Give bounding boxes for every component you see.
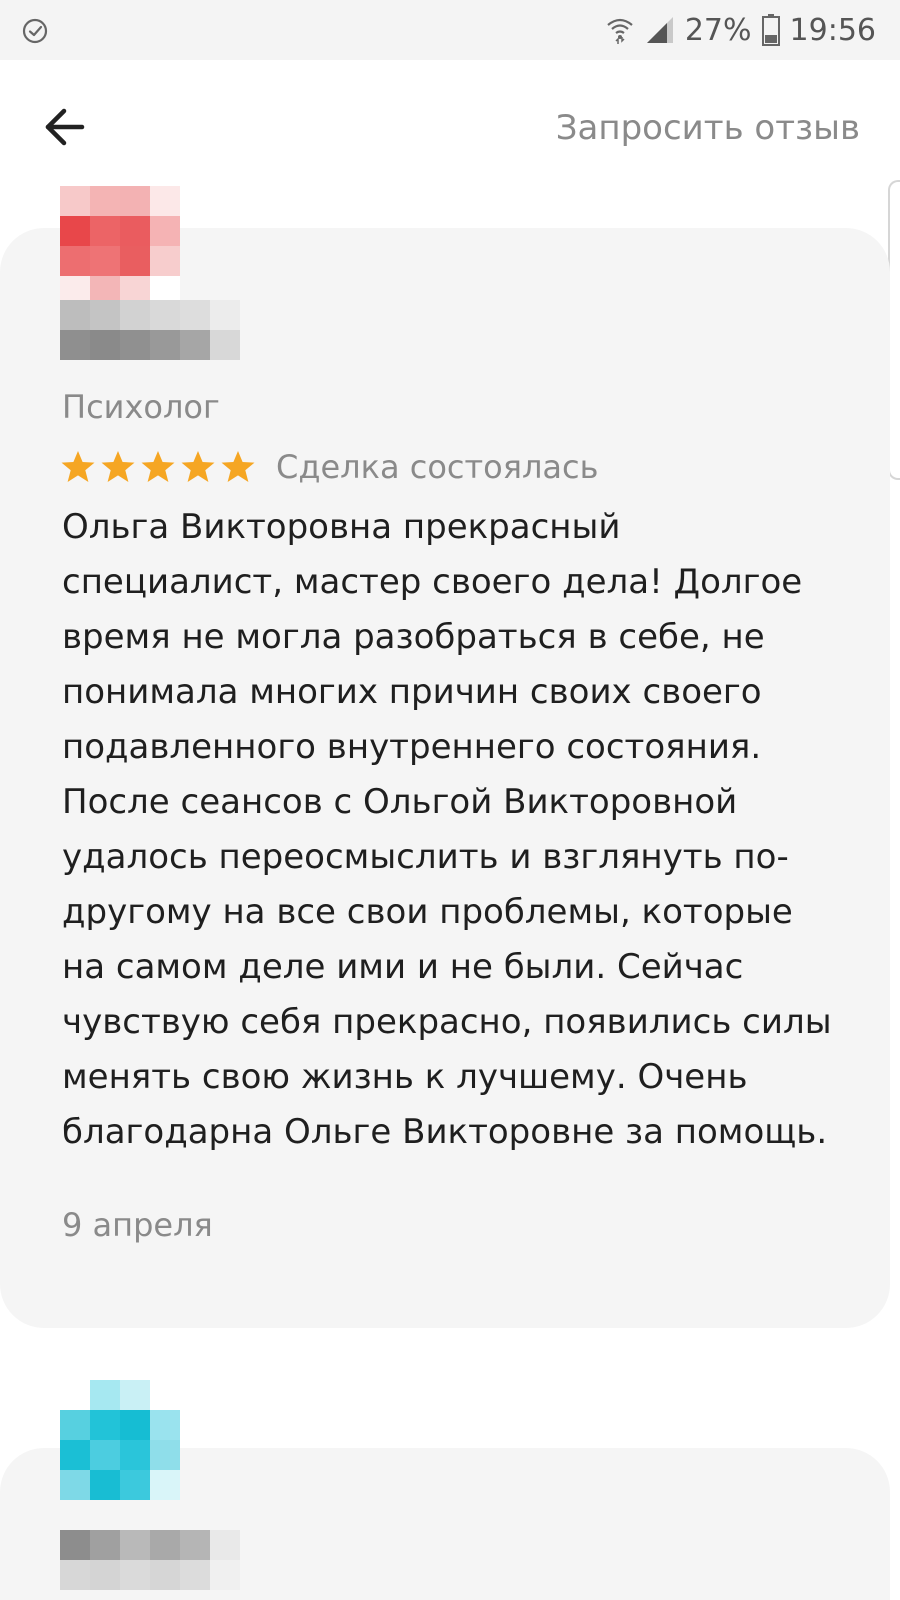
- star-rating: [60, 450, 256, 484]
- status-bar: 27% 19:56: [0, 0, 900, 60]
- star-icon: [141, 451, 175, 482]
- arrow-left-icon: [45, 108, 85, 146]
- reviewer-name-blurred: [60, 1530, 240, 1590]
- star-icon: [101, 451, 135, 482]
- signal-icon: [646, 17, 673, 43]
- star-icon: [221, 451, 255, 482]
- clock: 19:56: [789, 12, 876, 48]
- screen: 27% 19:56 Запросить отзыв Психолог Сделк…: [0, 0, 900, 1600]
- avatar[interactable]: [60, 1380, 180, 1500]
- back-button[interactable]: [40, 105, 100, 155]
- status-indicators: 27% 19:56: [605, 12, 876, 48]
- star-icon: [61, 451, 95, 482]
- request-review-button[interactable]: Запросить отзыв: [556, 108, 860, 148]
- app-header: Запросить отзыв: [0, 60, 900, 200]
- deal-status: Сделка состоялась: [276, 448, 599, 486]
- wifi-icon: [607, 18, 633, 44]
- rating-row: Сделка состоялась: [60, 448, 598, 486]
- review-date: 9 апреля: [62, 1206, 213, 1244]
- battery-percent: 27%: [684, 12, 752, 48]
- check-circle-icon: [22, 18, 48, 44]
- specialist-category: Психолог: [62, 388, 220, 426]
- battery-icon: [761, 14, 780, 46]
- star-icon: [181, 451, 215, 482]
- review-text: Ольга Викторовна прекрасный специалист, …: [62, 507, 832, 1152]
- avatar[interactable]: [60, 186, 180, 306]
- reviewer-name-blurred: [60, 300, 240, 360]
